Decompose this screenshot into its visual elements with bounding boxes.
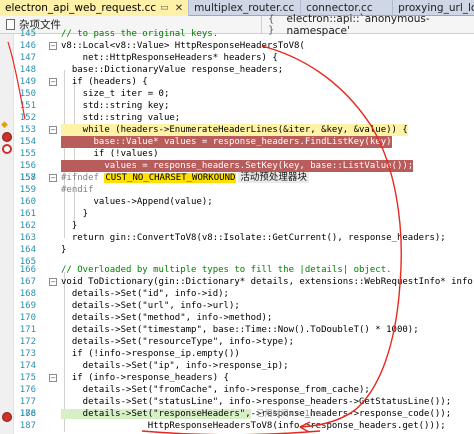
code-line: 173 if (!info->response_ip.empty()) (19, 349, 240, 359)
code-line: 170 details->Set("method", info->method)… (19, 313, 273, 323)
code-line: 160 values->Append(value); (19, 197, 213, 207)
code-line: 152 std::string value; (19, 113, 181, 123)
code-line: 169 details->Set("url", info->url); (19, 301, 240, 311)
tab-label: electron_api_web_request.cc (5, 2, 157, 14)
close-icon[interactable]: ✕ (175, 3, 183, 14)
code-line: 155 if (!values) (19, 149, 159, 159)
code-line: 171 details->Set("timestamp", base::Time… (19, 325, 419, 335)
code-line: 145 // to pass the original keys. (19, 29, 219, 39)
code-line: 148 base::DictionaryValue response_heade… (19, 65, 284, 75)
tab-multiplex-router[interactable]: multiplex_router.cc (189, 0, 302, 16)
code-line: 146 − v8::Local<v8::Value> HttpResponseH… (19, 41, 305, 51)
tab-electron-api-web-request[interactable]: electron_api_web_request.cc ▭ ✕ (0, 0, 190, 16)
code-line: 161 } (19, 209, 89, 219)
code-line: 175 − if (info->response_headers) { (19, 373, 229, 383)
code-line-current: 186 details->Set("responseHeaders", 已用时间<… (19, 409, 322, 419)
code-line: 153 − while (headers->EnumerateHeaderLin… (19, 124, 408, 136)
code-line: 163 return gin::ConvertToV8(v8::Isolate:… (19, 233, 446, 243)
code-line: 177 details->Set("statusLine", info->res… (19, 397, 452, 407)
code-line: 176 details->Set("fromCache", info->resp… (19, 385, 370, 395)
code-line: 159 #endif (19, 185, 94, 195)
code-line: 174 details->Set("ip", info->response_ip… (19, 361, 289, 371)
elapsed-time-hint: 已用时间<= 1ms (256, 409, 322, 418)
code-line: 147 net::HttpResponseHeaders* headers) { (19, 53, 278, 63)
code-line: 150 size_t iter = 0; (19, 89, 170, 99)
code-line: 168 details->Set("id", info->id); (19, 289, 229, 299)
code-editor[interactable]: ◆ 145 // to pass the original keys. 146 … (0, 29, 474, 434)
code-line: 151 std::string key; (19, 101, 170, 111)
code-line: 154 base::Value* values = response_heade… (19, 136, 392, 148)
code-line: 164 } (19, 245, 67, 255)
fold-toggle-icon[interactable]: − (49, 374, 57, 382)
tab-label: multiplex_router.cc (194, 2, 295, 14)
macro-name: CUST_NO_CHARSET_WORKOUND (104, 173, 237, 183)
code-line: 167 − void ToDictionary(gin::Dictionary*… (19, 277, 474, 287)
fold-toggle-icon[interactable]: − (49, 278, 57, 286)
code-line: 166 // Overloaded by multiple types to f… (19, 265, 392, 275)
fold-toggle-icon[interactable]: − (49, 42, 57, 50)
code-line: 156 values = response_headers.SetKey(key… (19, 160, 414, 172)
code-line: 158 − #ifndef CUST_NO_CHARSET_WORKOUND 活动… (19, 172, 309, 183)
fold-toggle-icon[interactable]: − (49, 78, 57, 86)
fold-toggle-icon[interactable]: − (49, 174, 57, 182)
code-line: 187 HttpResponseHeadersToV8(info->respon… (19, 421, 446, 431)
code-line: 149 − if (headers) { (19, 77, 148, 87)
code-line: 172 details->Set("resourceType", info->t… (19, 337, 294, 347)
code-line: 162 } (19, 221, 78, 231)
pin-icon[interactable]: ▭ (160, 3, 169, 13)
fold-toggle-icon[interactable]: − (49, 126, 57, 134)
preprocessor-tooltip: 活动预处理器块 (238, 172, 309, 183)
